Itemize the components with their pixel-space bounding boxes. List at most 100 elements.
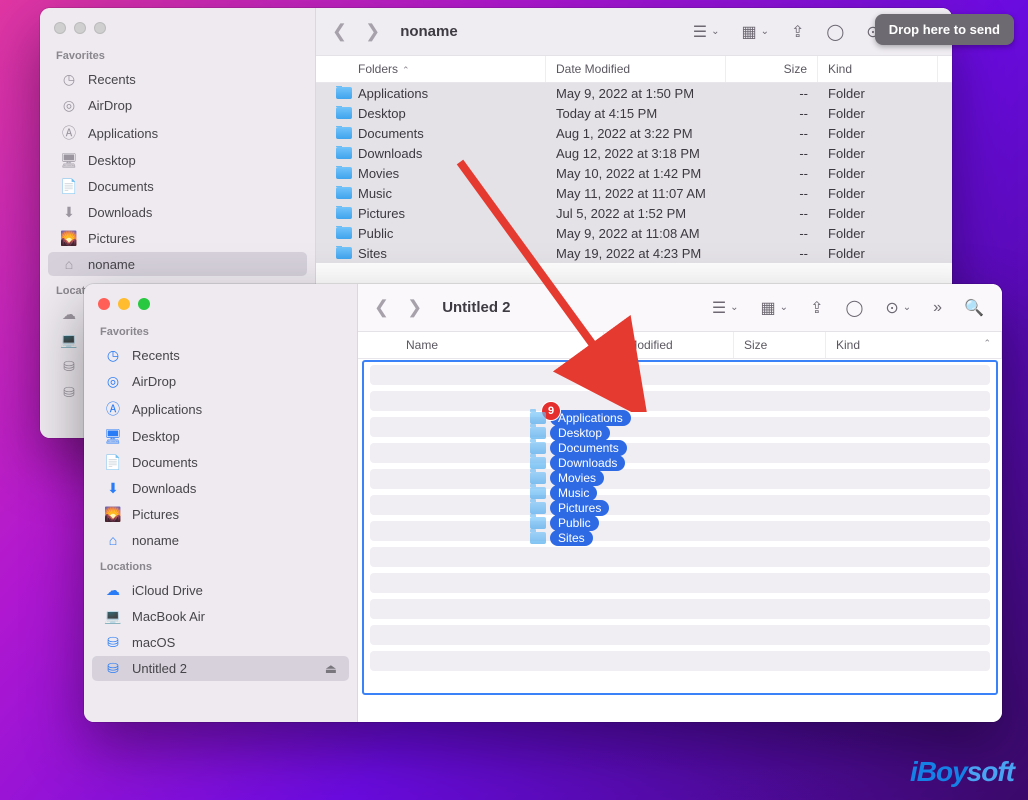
sidebar-item-documents[interactable]: 📄 Documents <box>48 174 307 199</box>
doc-icon: 📄 <box>104 454 122 471</box>
group-icon[interactable]: ▦ ⌄ <box>755 296 795 320</box>
sidebar-item-airdrop[interactable]: ◎ AirDrop <box>48 93 307 118</box>
traffic-lights[interactable] <box>40 8 315 42</box>
minimize-icon[interactable] <box>118 298 130 310</box>
search-icon[interactable]: 🔍 <box>958 296 990 320</box>
airdrop-icon: ◎ <box>60 97 78 114</box>
sidebar-item-untitled-2[interactable]: ⛁ Untitled 2 ⏏ <box>92 656 349 681</box>
sidebar-item-macbook-air[interactable]: 💻MacBook Air <box>92 604 349 629</box>
overflow-icon[interactable]: » <box>927 297 948 319</box>
picture-icon: 🌄 <box>104 506 122 523</box>
sidebar-item-label: Documents <box>88 179 154 194</box>
laptop-icon: 💻 <box>104 608 122 625</box>
forward-button[interactable]: ❯ <box>361 21 384 42</box>
sidebar-item-label: AirDrop <box>132 374 176 389</box>
sidebar-item-applications[interactable]: ⒶApplications <box>48 119 307 147</box>
desktop-icon: 🖥 <box>104 428 122 445</box>
sidebar-item-recents[interactable]: ◷ Recents <box>92 343 349 368</box>
sidebar-item-label: Documents <box>132 455 198 470</box>
sidebar-item-pictures[interactable]: 🌄Pictures <box>92 502 349 527</box>
sidebar-item-label: Pictures <box>88 231 135 246</box>
folder-icon <box>336 227 352 239</box>
sidebar-item-downloads[interactable]: ⬇Downloads <box>92 476 349 501</box>
eject-icon[interactable]: ⏏ <box>325 661 337 677</box>
sidebar-item-label: Recents <box>132 348 180 363</box>
sidebar-item-documents[interactable]: 📄 Documents <box>92 450 349 475</box>
folder-icon <box>336 167 352 179</box>
sidebar-item-airdrop[interactable]: ◎AirDrop <box>92 369 349 394</box>
close-icon[interactable] <box>98 298 110 310</box>
sidebar-item-label: Desktop <box>88 153 136 168</box>
folder-icon <box>336 87 352 99</box>
cloud-icon: ☁︎ <box>60 306 78 323</box>
column-header[interactable]: Folders⌃ Date Modified Size Kind <box>316 56 952 83</box>
sidebar-item-recents[interactable]: ◷ Recents <box>48 67 307 92</box>
sidebar-item-noname[interactable]: ⌂noname <box>48 252 307 276</box>
drag-item: Movies <box>530 470 631 486</box>
picture-icon: 🌄 <box>60 230 78 247</box>
tag-icon[interactable]: ◯ <box>839 296 869 320</box>
download-icon: ⬇ <box>104 480 122 497</box>
share-icon[interactable]: ⇪ <box>785 20 810 44</box>
favorites-label: Favorites <box>84 318 357 342</box>
folder-icon <box>336 127 352 139</box>
drag-preview: 9 ApplicationsDesktopDocumentsDownloadsM… <box>530 410 631 545</box>
download-icon: ⬇ <box>60 204 78 221</box>
folder-icon <box>336 147 352 159</box>
table-row[interactable]: ApplicationsMay 9, 2022 at 1:50 PM--Fold… <box>316 83 952 103</box>
action-icon[interactable]: ⊙ ⌄ <box>879 296 917 320</box>
folder-icon <box>530 532 546 544</box>
locations-label: Locations <box>84 553 357 577</box>
laptop-icon: 💻 <box>60 332 78 349</box>
traffic-lights[interactable] <box>84 284 357 318</box>
clock-icon: ◷ <box>60 71 78 88</box>
sidebar-item-desktop[interactable]: 🖥 Desktop <box>92 424 349 449</box>
disk-icon: ⛁ <box>60 384 78 401</box>
back-button[interactable]: ❮ <box>328 21 351 42</box>
sidebar-item-applications[interactable]: ⒶApplications <box>92 395 349 423</box>
table-row[interactable]: DesktopToday at 4:15 PM--Folder <box>316 103 952 123</box>
clock-icon: ◷ <box>104 347 122 364</box>
annotation-arrow <box>450 152 650 417</box>
folder-icon <box>336 187 352 199</box>
favorites-label: Favorites <box>40 42 315 66</box>
home-icon: ⌂ <box>60 256 78 272</box>
zoom-icon[interactable] <box>138 298 150 310</box>
sidebar-item-label: Desktop <box>132 429 180 444</box>
folder-icon <box>530 457 546 469</box>
drag-item: Downloads <box>530 455 631 471</box>
home-icon: ⌂ <box>104 532 122 548</box>
cloud-icon: ☁︎ <box>104 582 122 599</box>
sidebar-item-macos[interactable]: ⛁macOS <box>92 630 349 655</box>
sidebar-item-pictures[interactable]: 🌄 Pictures <box>48 226 307 251</box>
back-button[interactable]: ❮ <box>370 297 393 318</box>
disk-icon: ⛁ <box>104 660 122 677</box>
sidebar-item-label: noname <box>132 533 179 548</box>
drag-item: Pictures <box>530 500 631 516</box>
tag-icon[interactable]: ◯ <box>820 20 850 44</box>
sidebar-item-label: AirDrop <box>88 98 132 113</box>
doc-icon: 📄 <box>60 178 78 195</box>
sidebar-item-label: Recents <box>88 72 136 87</box>
view-list-icon[interactable]: ☰ ⌄ <box>687 20 726 44</box>
folder-icon <box>530 517 546 529</box>
folder-icon <box>530 442 546 454</box>
sidebar-item-label: Untitled 2 <box>132 661 187 676</box>
folder-icon <box>336 107 352 119</box>
sidebar-item-noname[interactable]: ⌂ noname <box>92 528 349 552</box>
share-icon[interactable]: ⇪ <box>804 296 829 320</box>
folder-icon <box>530 412 546 424</box>
folder-icon <box>530 472 546 484</box>
sidebar-item-icloud-drive[interactable]: ☁︎ iCloud Drive <box>92 578 349 603</box>
sidebar-item-desktop[interactable]: 🖥Desktop <box>48 148 307 173</box>
folder-icon <box>530 502 546 514</box>
sidebar-item-label: iCloud Drive <box>132 583 203 598</box>
drop-toast: Drop here to send <box>875 14 1014 45</box>
group-icon[interactable]: ▦ ⌄ <box>735 20 775 44</box>
toolbar: ❮ ❯ noname ☰ ⌄ ▦ ⌄ ⇪ ◯ ⊙ ⌄ 🔍 <box>316 8 952 56</box>
view-list-icon[interactable]: ☰ ⌄ <box>706 296 745 320</box>
forward-button[interactable]: ❯ <box>403 297 426 318</box>
table-row[interactable]: DocumentsAug 1, 2022 at 3:22 PM--Folder <box>316 123 952 143</box>
sidebar-item-downloads[interactable]: ⬇Downloads <box>48 200 307 225</box>
folder-icon <box>336 247 352 259</box>
